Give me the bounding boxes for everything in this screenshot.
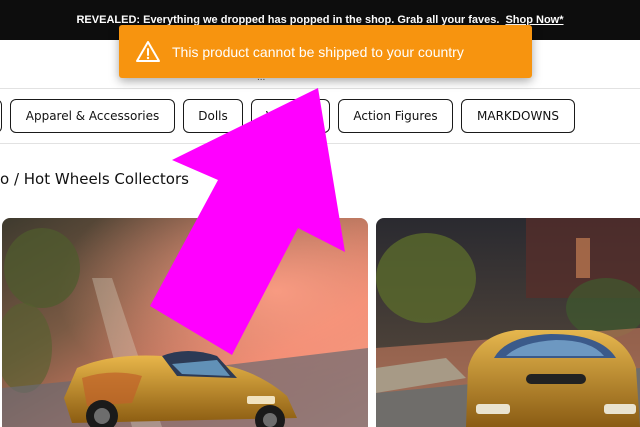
toast-message: This product cannot be shipped to your c… xyxy=(172,43,464,60)
category-vehicles[interactable]: Vehicles xyxy=(251,99,330,133)
product-card[interactable] xyxy=(2,218,368,427)
product-card[interactable] xyxy=(376,218,640,427)
nav-divider xyxy=(0,143,640,144)
product-image[interactable] xyxy=(376,218,640,427)
category-markdowns[interactable]: MARKDOWNS xyxy=(461,99,575,133)
product-image[interactable] xyxy=(2,218,368,427)
category-apparel-accessories[interactable]: Apparel & Accessories xyxy=(10,99,175,133)
warning-icon xyxy=(136,40,160,62)
nav-divider xyxy=(0,88,640,89)
category-dolls[interactable]: Dolls xyxy=(183,99,243,133)
breadcrumb: o / Hot Wheels Collectors xyxy=(0,170,189,188)
category-action-figures[interactable]: Action Figures xyxy=(338,99,453,133)
shipping-error-toast: This product cannot be shipped to your c… xyxy=(119,25,532,78)
category-pill-partial[interactable] xyxy=(0,99,2,133)
